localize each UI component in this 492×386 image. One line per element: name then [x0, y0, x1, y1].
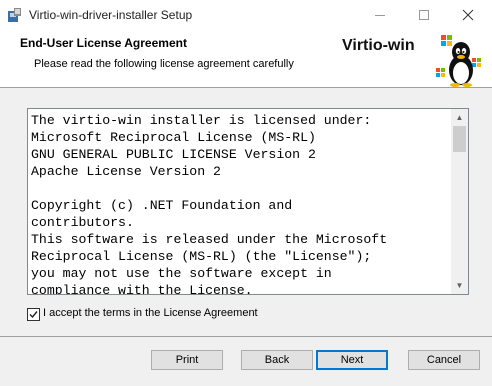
accept-terms-label[interactable]: I accept the terms in the License Agreem… [43, 307, 258, 319]
checkmark-icon [29, 311, 38, 319]
brand-name: Virtio-win [342, 37, 415, 54]
title-bar: Virtio-win-driver-installer Setup [0, 0, 492, 30]
installer-app-icon [7, 7, 23, 23]
close-button[interactable] [446, 0, 490, 30]
license-scrollbar[interactable]: ▲ ▼ [451, 109, 468, 294]
scroll-thumb[interactable] [453, 126, 466, 152]
tux-windows-logo-icon [428, 30, 492, 87]
license-text: The virtio-win installer is licensed und… [31, 113, 388, 295]
scroll-up-arrow-icon[interactable]: ▲ [451, 109, 468, 126]
minimize-button[interactable] [358, 0, 402, 30]
accept-terms-checkbox[interactable] [27, 308, 40, 321]
cancel-button[interactable]: Cancel [408, 350, 480, 370]
footer-divider [0, 336, 492, 337]
window-title: Virtio-win-driver-installer Setup [29, 8, 193, 22]
scroll-down-arrow-icon[interactable]: ▼ [451, 277, 468, 294]
page-title: End-User License Agreement [20, 36, 187, 50]
license-text-box[interactable]: The virtio-win installer is licensed und… [27, 108, 469, 295]
page-subtitle: Please read the following license agreem… [34, 58, 294, 70]
maximize-button[interactable] [402, 0, 446, 30]
header-banner: End-User License Agreement Please read t… [0, 30, 492, 88]
next-button[interactable]: Next [316, 350, 388, 370]
back-button[interactable]: Back [241, 350, 313, 370]
print-button[interactable]: Print [151, 350, 223, 370]
